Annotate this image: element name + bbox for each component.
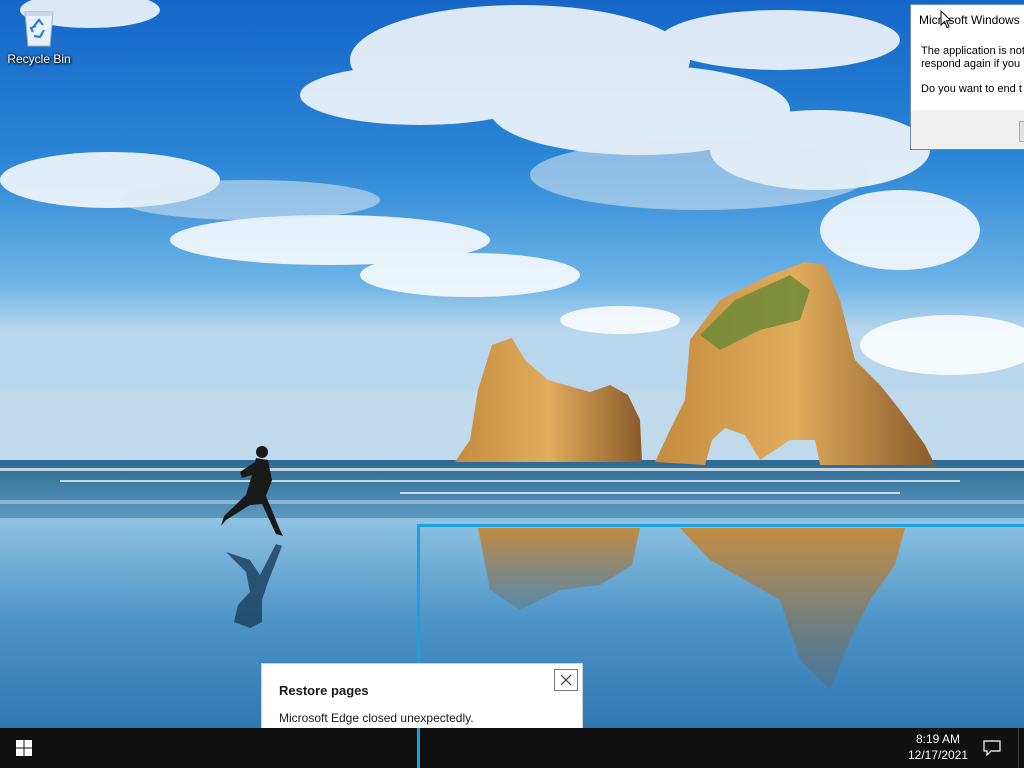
desktop-icon-recycle-bin[interactable]: Recycle Bin xyxy=(4,6,74,76)
restore-pages-popup[interactable]: Restore pages Microsoft Edge closed unex… xyxy=(261,663,583,728)
snap-outline-edge xyxy=(417,728,420,768)
message-box-line: respond again if you xyxy=(921,58,1021,70)
show-desktop-button[interactable] xyxy=(1018,728,1024,768)
message-box-line: The application is not xyxy=(921,45,1024,57)
message-box-dialog[interactable]: Microsoft Windows The application is not… xyxy=(910,4,1024,150)
windows-logo-icon xyxy=(16,740,32,756)
action-center-button[interactable] xyxy=(980,728,1004,768)
start-button[interactable] xyxy=(0,728,48,768)
close-button[interactable] xyxy=(554,669,578,691)
restore-pages-message: Microsoft Edge closed unexpectedly. xyxy=(279,711,474,725)
message-box-body: The application is not respond again if … xyxy=(911,35,1024,96)
action-center-icon xyxy=(983,740,1001,756)
restore-pages-title: Restore pages xyxy=(279,683,369,698)
recycle-bin-icon xyxy=(24,11,54,47)
close-icon xyxy=(560,674,572,686)
desktop-icon-label: Recycle Bin xyxy=(7,52,71,66)
message-box-button[interactable] xyxy=(1019,121,1024,142)
clock-time: 8:19 AM xyxy=(915,732,961,746)
message-box-question: Do you want to end t xyxy=(921,83,1022,95)
mouse-cursor-icon xyxy=(940,10,952,29)
message-box-footer xyxy=(911,110,1024,149)
taskbar-clock[interactable]: 8:19 AM 12/17/2021 xyxy=(896,731,980,765)
clock-date: 12/17/2021 xyxy=(907,748,969,762)
taskbar: 8:19 AM 12/17/2021 xyxy=(0,728,1024,768)
message-box-title: Microsoft Windows xyxy=(919,13,1020,27)
